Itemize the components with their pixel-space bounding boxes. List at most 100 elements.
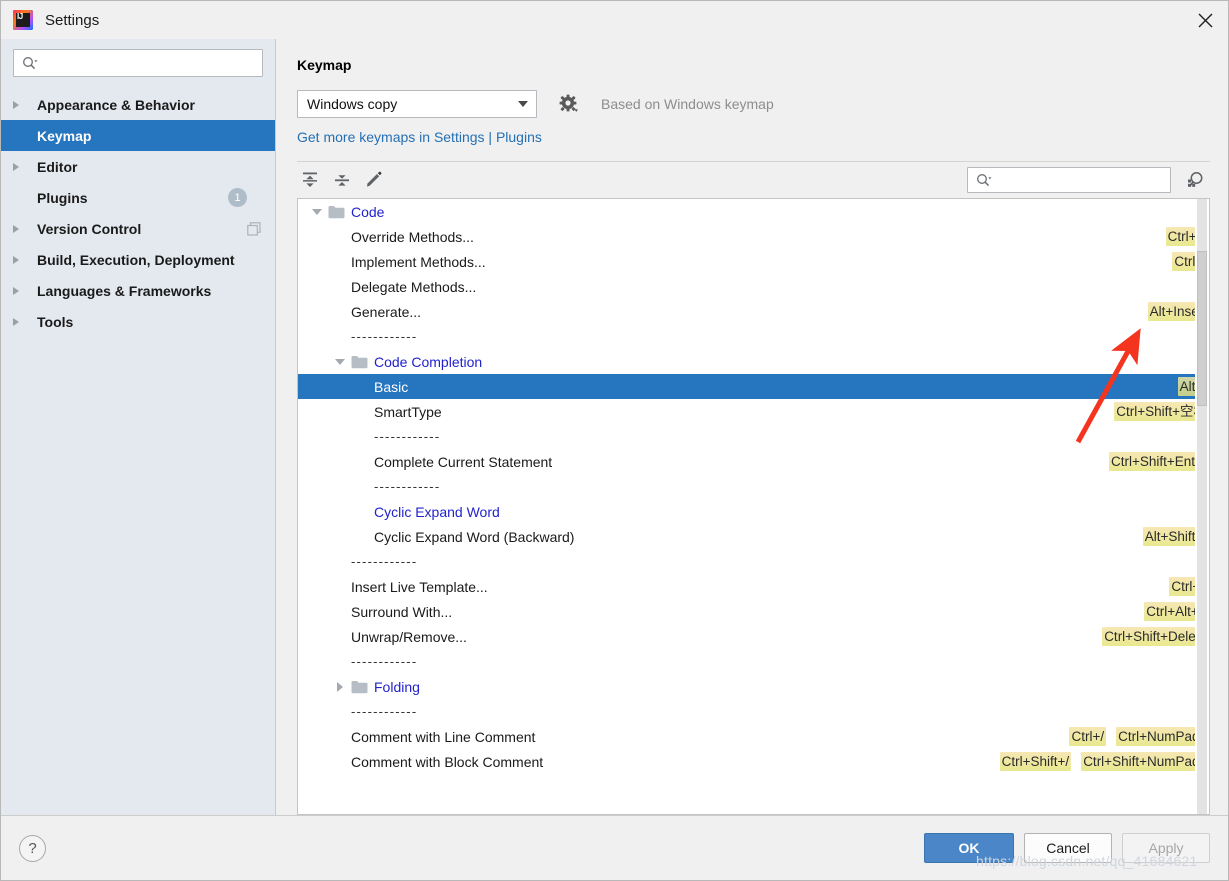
- folder-icon: [351, 355, 368, 369]
- copy-icon: [247, 221, 261, 236]
- sidebar-item-label: Tools: [37, 313, 74, 330]
- shortcut-badge: Ctrl+Shift+Enter: [1108, 452, 1209, 471]
- help-button[interactable]: ?: [19, 834, 46, 862]
- tree-action-row[interactable]: Implement Methods... Ctrl+I: [298, 249, 1209, 274]
- tree-row-label: ------------: [374, 429, 441, 444]
- tree-row-label: Complete Current Statement: [374, 453, 553, 470]
- sidebar-item-editor[interactable]: Editor: [1, 151, 275, 182]
- sidebar-item-build-execution-deployment[interactable]: Build, Execution, Deployment: [1, 244, 275, 275]
- close-icon[interactable]: [1182, 1, 1228, 39]
- sidebar-item-label: Keymap: [37, 127, 92, 144]
- chevron-down-icon[interactable]: [306, 208, 328, 215]
- chevron-down-icon[interactable]: [329, 358, 351, 365]
- shortcut-badge: Ctrl+Shift+Delete: [1102, 627, 1209, 646]
- chevron-right-icon: [13, 286, 29, 295]
- sidebar-item-keymap[interactable]: Keymap: [1, 120, 275, 151]
- chevron-right-icon[interactable]: [329, 681, 351, 692]
- tree-row-label: Cyclic Expand Word (Backward): [374, 528, 575, 545]
- tree-group-row[interactable]: Code: [298, 199, 1209, 224]
- shortcut-list: Ctrl+Shift+Enter: [1108, 449, 1209, 474]
- sidebar-item-version-control[interactable]: Version Control: [1, 213, 275, 244]
- tree-separator-row: ------------: [298, 699, 1209, 724]
- tree-row-label: Override Methods...: [351, 228, 474, 245]
- logo-glyph: IJ: [17, 12, 23, 21]
- keymap-select[interactable]: Windows copy: [297, 90, 537, 118]
- keymap-panel: Keymap Windows copy Based on Windows key…: [276, 39, 1228, 815]
- based-on-label: Based on Windows keymap: [601, 96, 774, 112]
- tree-row-label: ------------: [351, 554, 418, 569]
- tree-row-label: Delegate Methods...: [351, 278, 477, 295]
- tree-action-row[interactable]: Unwrap/Remove... Ctrl+Shift+Delete: [298, 624, 1209, 649]
- shortcut-list: Ctrl+Shift+Delete: [1102, 624, 1209, 649]
- shortcut-list: Ctrl+/Ctrl+NumPad /: [1069, 724, 1209, 749]
- ok-button[interactable]: OK: [924, 833, 1014, 863]
- tree-row-label: Code: [351, 203, 385, 220]
- page-title: Keymap: [297, 57, 352, 73]
- sidebar-item-label: Appearance & Behavior: [37, 96, 195, 113]
- cancel-button[interactable]: Cancel: [1024, 833, 1112, 863]
- tree-action-row[interactable]: Comment with Line Comment Ctrl+/Ctrl+NumP…: [298, 724, 1209, 749]
- sidebar-search-field[interactable]: [13, 49, 263, 77]
- tree-action-row[interactable]: Generate... Alt+Insert: [298, 299, 1209, 324]
- sidebar-search-input[interactable]: [38, 54, 262, 72]
- find-by-shortcut-icon[interactable]: [1180, 167, 1210, 193]
- collapse-all-icon[interactable]: [329, 168, 355, 192]
- tree-row-label: ------------: [351, 329, 418, 344]
- title-bar: IJ Settings: [1, 1, 1228, 39]
- dialog-body: Appearance & Behavior Keymap Editor Plug…: [1, 39, 1228, 815]
- tree-row-label: Insert Live Template...: [351, 578, 488, 595]
- sidebar-item-label: Plugins: [37, 189, 88, 206]
- tree-row-label: ------------: [351, 654, 418, 669]
- keymap-tree[interactable]: Code Override Methods... Ctrl+O Implement M…: [297, 198, 1210, 815]
- keymap-search-field[interactable]: [967, 167, 1177, 193]
- expand-all-icon[interactable]: [297, 168, 323, 192]
- apply-button[interactable]: Apply: [1122, 833, 1210, 863]
- intellij-idea-logo-icon: IJ: [13, 10, 33, 30]
- tree-row-label: ------------: [374, 479, 441, 494]
- gear-icon[interactable]: [559, 94, 579, 114]
- tree-row-label: Surround With...: [351, 603, 453, 620]
- tree-separator-row: ------------: [298, 324, 1209, 349]
- tree-action-row[interactable]: Comment with Block Comment Ctrl+Shift+/Ct…: [298, 749, 1209, 774]
- tree-row-label: SmartType: [374, 403, 442, 420]
- chevron-down-icon: [510, 91, 536, 117]
- chevron-right-icon: [13, 100, 29, 109]
- sidebar-item-languages-frameworks[interactable]: Languages & Frameworks: [1, 275, 275, 306]
- tree-action-row[interactable]: Delegate Methods...: [298, 274, 1209, 299]
- sidebar-item-plugins[interactable]: Plugins 1: [1, 182, 275, 213]
- edit-pencil-icon[interactable]: [361, 168, 387, 192]
- keymap-toolbar: [297, 162, 1210, 198]
- tree-row-label: Comment with Block Comment: [351, 753, 544, 770]
- dialog-footer: ? OK Cancel Apply: [1, 815, 1228, 880]
- shortcut-badge: Ctrl+Shift+NumPad /: [1081, 752, 1209, 771]
- tree-group-row[interactable]: Code Completion: [298, 349, 1209, 374]
- tree-row-label: Unwrap/Remove...: [351, 628, 467, 645]
- chevron-right-icon: [13, 224, 29, 233]
- tree-row-label: Basic: [374, 378, 409, 395]
- tree-action-row[interactable]: SmartType Ctrl+Shift+空格: [298, 399, 1209, 424]
- tree-action-row[interactable]: Cyclic Expand Word (Backward) Alt+Shift+/: [298, 524, 1209, 549]
- tree-action-row[interactable]: Surround With... Ctrl+Alt+T: [298, 599, 1209, 624]
- sidebar-item-label: Editor: [37, 158, 78, 175]
- settings-sidebar: Appearance & Behavior Keymap Editor Plug…: [1, 39, 276, 815]
- tree-action-row[interactable]: Override Methods... Ctrl+O: [298, 224, 1209, 249]
- tree-group-row[interactable]: Folding: [298, 674, 1209, 699]
- shortcut-badge: Ctrl+/: [1069, 727, 1107, 746]
- tree-action-row[interactable]: Complete Current Statement Ctrl+Shift+Ent…: [298, 449, 1209, 474]
- scrollbar-thumb[interactable]: [1197, 251, 1207, 406]
- tree-action-row[interactable]: Basic Alt+/: [298, 374, 1209, 399]
- keymap-search-input[interactable]: [992, 171, 1177, 189]
- tree-row-label: Cyclic Expand Word: [374, 503, 500, 520]
- get-more-keymaps-link[interactable]: Get more keymaps in Settings | Plugins: [297, 129, 1210, 145]
- tree-action-row[interactable]: Insert Live Template... Ctrl+J: [298, 574, 1209, 599]
- search-icon: [22, 56, 38, 70]
- tree-row-label: Comment with Line Comment: [351, 728, 536, 745]
- sidebar-item-tools[interactable]: Tools: [1, 306, 275, 337]
- tree-row-label: Generate...: [351, 303, 422, 320]
- tree-action-row[interactable]: Cyclic Expand Word: [298, 499, 1209, 524]
- keymap-selector-row: Windows copy Based on Windows keymap: [297, 90, 1210, 118]
- folder-icon: [351, 680, 368, 694]
- tree-row-label: Folding: [374, 678, 420, 695]
- sidebar-item-appearance-behavior[interactable]: Appearance & Behavior: [1, 89, 275, 120]
- tree-scrollbar[interactable]: [1195, 199, 1209, 814]
